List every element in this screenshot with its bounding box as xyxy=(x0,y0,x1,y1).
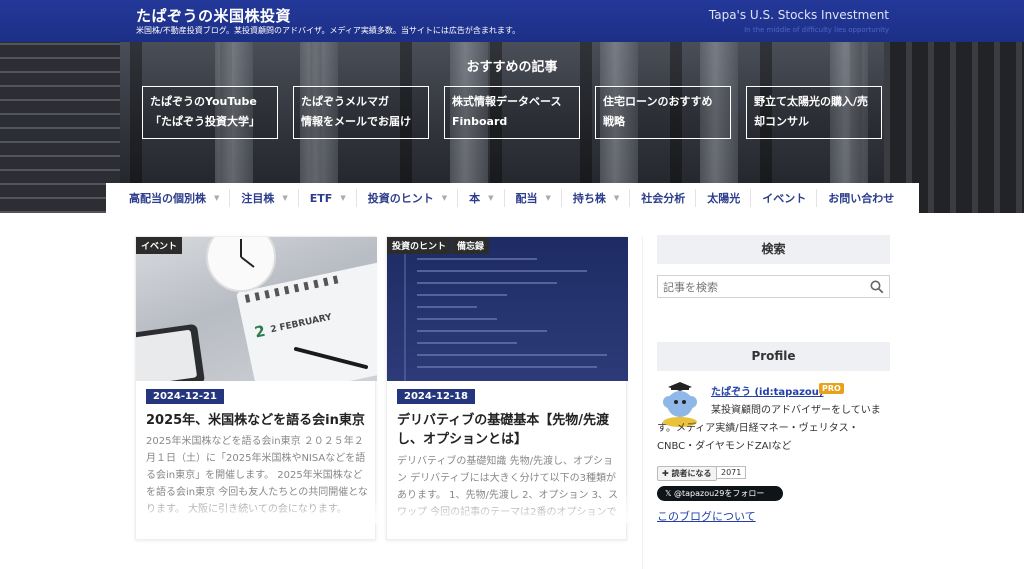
excerpt-fade xyxy=(387,497,628,523)
nav-item-events[interactable]: イベント xyxy=(751,183,818,213)
nav-item-etf[interactable]: ETF ▼ xyxy=(299,183,357,213)
chevron-down-icon: ▼ xyxy=(488,194,494,202)
recommended-item-line: 住宅ローンのおすすめ xyxy=(603,95,713,108)
nav-item-label: 高配当の個別株 xyxy=(129,192,206,205)
nav-item-label: ETF xyxy=(309,191,333,205)
excerpt-fade xyxy=(136,497,377,523)
search-input[interactable] xyxy=(658,277,858,298)
search-heading: 検索 xyxy=(657,235,890,264)
recommended-item-finboard[interactable]: 株式情報データベース Finboard xyxy=(444,86,580,139)
nav-item-label: 太陽光 xyxy=(707,192,741,205)
about-blog-link[interactable]: このブログについて xyxy=(657,508,756,524)
site-english-title: Tapa's U.S. Stocks Investment xyxy=(708,8,889,22)
chevron-down-icon: ▼ xyxy=(613,194,620,202)
recommended-item-line: 株式情報データベース xyxy=(452,95,562,108)
profile-heading: Profile xyxy=(657,342,890,371)
recommended-item-line: たぱぞうのYouTube xyxy=(150,95,257,108)
recommended-item-mailmag[interactable]: たぱぞうメルマガ 情報をメールでお届け xyxy=(293,86,429,139)
profile-description: 某投資顧問のアドバイザーをしています。メディア実績/日経マネー・ヴェリタス・CN… xyxy=(657,405,881,452)
reader-count: 2071 xyxy=(716,466,747,479)
nav-item-holdings[interactable]: 持ち株 ▼ xyxy=(562,183,631,213)
divider xyxy=(642,236,643,569)
article-title[interactable]: デリバティブの基礎基本【先物/先渡し、オプションとは】 xyxy=(397,411,619,449)
nav-item-social-analysis[interactable]: 社会分析 xyxy=(630,183,697,213)
article-thumbnail[interactable]: 2 2 FEBRUARY xyxy=(136,237,377,381)
nav-item-high-dividend[interactable]: 高配当の個別株 ▼ xyxy=(118,183,231,213)
nav-item-label: 投資のヒント xyxy=(367,192,434,205)
nav-item-books[interactable]: 本 ▼ xyxy=(458,183,505,213)
nav-item-investment-tips[interactable]: 投資のヒント ▼ xyxy=(357,183,459,213)
post-date: 2024-12-18 xyxy=(397,389,475,404)
article-card[interactable]: 2 2 FEBRUARY イベント 2024-12-21 2025年、米国株など… xyxy=(135,236,377,540)
page: たぱぞうの米国株投資 米国株/不動産投資ブログ。某投資顧問のアドバイザ。メディア… xyxy=(0,0,1024,569)
site-description: 米国株/不動産投資ブログ。某投資顧問のアドバイザ。メディア実績多数。当サイトには… xyxy=(136,26,521,35)
recommended-item-line: 却コンサル xyxy=(754,115,809,128)
nav-item-label: イベント xyxy=(762,192,807,205)
nav-item-label: 本 xyxy=(469,192,481,205)
recommended-item-line: 「たぱぞう投資大学」 xyxy=(150,115,260,128)
chevron-down-icon: ▼ xyxy=(214,194,220,202)
recommended-item-line: Finboard xyxy=(452,115,508,128)
search-box xyxy=(657,275,890,298)
nav-item-solar[interactable]: 太陽光 xyxy=(696,183,752,213)
category-tag[interactable]: イベント xyxy=(136,237,183,254)
site-header: たぱぞうの米国株投資 米国株/不動産投資ブログ。某投資顧問のアドバイザ。メディア… xyxy=(0,0,1024,42)
nav-item-label: 配当 xyxy=(515,192,538,205)
document-screenshot-illustration xyxy=(404,247,607,381)
recommended-item-mortgage[interactable]: 住宅ローンのおすすめ 戦略 xyxy=(595,86,731,139)
nav-item-label: 社会分析 xyxy=(641,192,686,205)
recommended-item-solar[interactable]: 野立て太陽光の購入/売 却コンサル xyxy=(746,86,882,139)
calendar-clock-illustration: 2 2 FEBRUARY xyxy=(136,237,377,381)
site-english-subtitle: In the middle of difficulty lies opportu… xyxy=(744,26,889,34)
site-title[interactable]: たぱぞうの米国株投資 xyxy=(136,5,291,26)
nav-item-label: 注目株 xyxy=(241,192,275,205)
chevron-down-icon: ▼ xyxy=(340,194,346,202)
subscribe-button[interactable]: ✚ 読者になる xyxy=(657,466,717,481)
recommended-item-line: 野立て太陽光の購入/売 xyxy=(754,95,869,108)
recommended-item-line: 戦略 xyxy=(603,115,625,128)
main-nav: 高配当の個別株 ▼ 注目株 ▼ ETF ▼ 投資のヒント ▼ 本 ▼ 配当 ▼ 持ち株 ▼ 社… xyxy=(106,183,919,213)
article-title[interactable]: 2025年、米国株などを語る会in東京 xyxy=(146,411,368,430)
recommended-item-line: 情報をメールでお届け xyxy=(301,115,411,128)
chevron-down-icon: ▼ xyxy=(441,194,448,202)
x-follow-button[interactable]: 𝕏 @tapazou29をフォロー xyxy=(657,486,783,501)
nav-item-featured-stocks[interactable]: 注目株 ▼ xyxy=(230,183,300,213)
category-tag[interactable]: 投資のヒント xyxy=(387,237,452,254)
nav-item-contact[interactable]: お問い合わせ xyxy=(817,183,905,213)
recommended-item-line: たぱぞうメルマガ xyxy=(301,95,389,108)
pro-badge: PRO xyxy=(819,383,844,394)
post-date: 2024-12-21 xyxy=(146,389,224,404)
article-thumbnail[interactable] xyxy=(387,237,628,381)
category-tag[interactable]: 備忘録 xyxy=(452,237,490,254)
recommended-item-youtube[interactable]: たぱぞうのYouTube 「たぱぞう投資大学」 xyxy=(142,86,278,139)
nav-item-dividends[interactable]: 配当 ▼ xyxy=(505,183,563,213)
chevron-down-icon: ▼ xyxy=(282,194,288,202)
chevron-down-icon: ▼ xyxy=(545,194,551,202)
search-icon[interactable] xyxy=(870,280,884,294)
recommended-heading: おすすめの記事 xyxy=(466,60,558,75)
article-card[interactable]: 投資のヒント 備忘録 2024-12-18 デリバティブの基礎基本【先物/先渡し… xyxy=(386,236,628,540)
nav-item-label: 持ち株 xyxy=(572,192,606,205)
nav-item-label: お問い合わせ xyxy=(828,192,895,205)
profile-name-link[interactable]: たぱぞう (id:tapazou) xyxy=(711,383,823,398)
